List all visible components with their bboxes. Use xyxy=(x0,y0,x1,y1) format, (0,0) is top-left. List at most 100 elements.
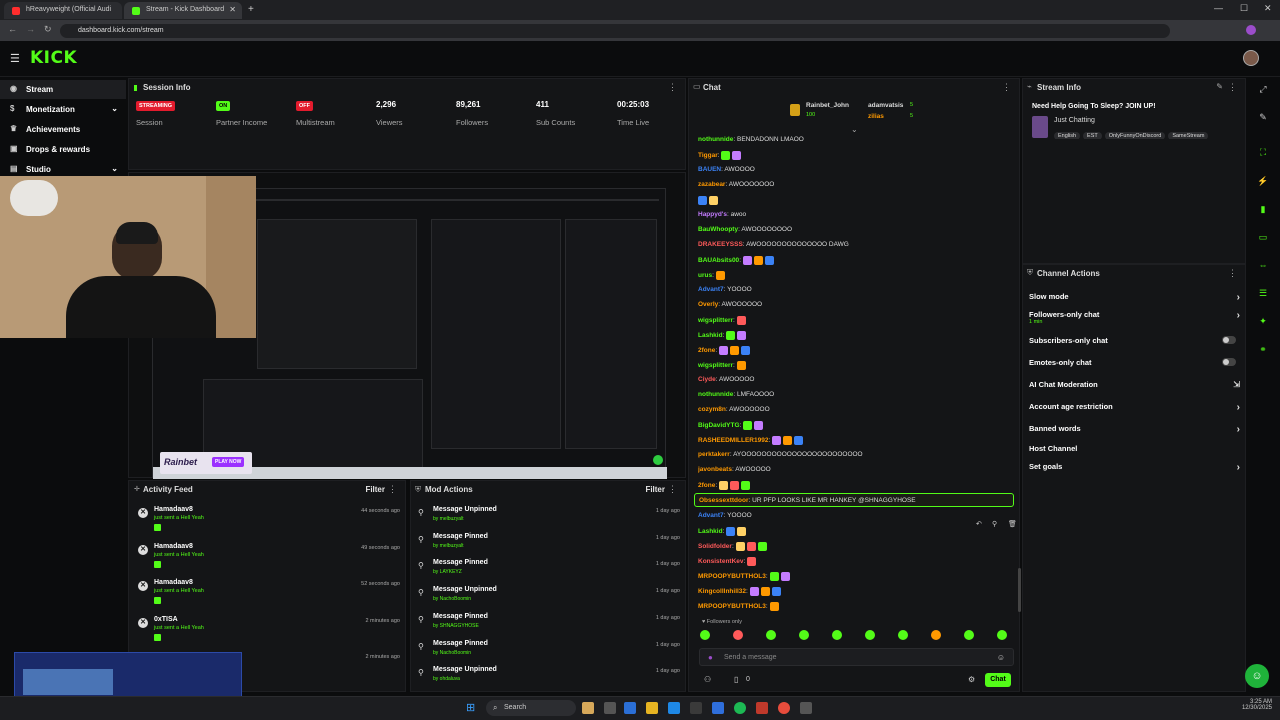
rail-card-icon[interactable]: ▮ xyxy=(1256,202,1270,216)
toggle-switch[interactable] xyxy=(1222,358,1236,366)
chat-username[interactable]: BigDavidYTG xyxy=(698,422,740,429)
channel-action-item[interactable]: Emotes-only chat xyxy=(1029,358,1244,374)
chat-username[interactable]: Solidfolder xyxy=(698,543,732,550)
activity-user[interactable]: 0xTISA xyxy=(154,616,178,623)
chat-username[interactable]: nothunnide xyxy=(698,391,733,398)
close-tab-icon[interactable]: ✕ xyxy=(229,5,236,14)
chat-username[interactable]: BauWhoopty xyxy=(698,226,738,233)
chat-message[interactable]: 2fone: xyxy=(698,346,1018,360)
chat-message[interactable]: BauWhoopty: AWOOOOOOOO xyxy=(698,226,1018,240)
chat-message[interactable]: wigsplitterr: xyxy=(698,316,1018,330)
chat-username[interactable]: KonsistentKev xyxy=(698,558,744,565)
chat-scrollbar[interactable] xyxy=(1018,568,1021,612)
profile-avatar[interactable] xyxy=(1246,25,1256,35)
chat-username[interactable]: MRPOOPYBUTTHOL3 xyxy=(698,573,766,580)
close-window-icon[interactable]: ✕ xyxy=(1264,3,1272,14)
minimize-icon[interactable]: — xyxy=(1214,3,1223,13)
close-x-icon[interactable]: ✕ xyxy=(138,508,148,518)
chat-message[interactable]: MRPOOPYBUTTHOL3: xyxy=(698,572,1018,586)
maximize-icon[interactable]: ☐ xyxy=(1240,3,1248,14)
chat-username[interactable]: RASHEEDMILLER1992 xyxy=(698,437,768,444)
more-icon[interactable]: ⋮ xyxy=(668,484,677,495)
chat-username[interactable]: Advant7 xyxy=(698,512,724,519)
chat-message[interactable]: urus: xyxy=(698,271,1018,285)
more-icon[interactable]: ⋮ xyxy=(1002,82,1011,93)
channel-action-item[interactable]: Followers-only chat 1 min › xyxy=(1029,310,1244,326)
activity-user[interactable]: Hamadaav8 xyxy=(154,543,193,550)
chat-message[interactable]: zazabear: AWOOOOOOO xyxy=(698,181,1018,195)
taskbar-app-icon[interactable] xyxy=(712,702,724,714)
hamburger-menu-icon[interactable]: ☰ xyxy=(10,52,20,65)
more-icon[interactable]: ⋮ xyxy=(388,484,397,495)
users-icon[interactable]: ⚇ xyxy=(704,675,711,684)
emote-icon[interactable] xyxy=(898,630,908,640)
chat-message[interactable]: BigDavidYTG: xyxy=(698,421,1018,435)
emote-icon[interactable] xyxy=(832,630,842,640)
chat-username[interactable]: Ciyde xyxy=(698,376,716,383)
chat-message[interactable]: Solidfolder: xyxy=(698,542,1018,556)
mod-action-by[interactable]: by NachoBoomin xyxy=(433,650,471,656)
emote-icon[interactable] xyxy=(931,630,941,640)
windows-start-icon[interactable]: ⊞ xyxy=(466,702,478,714)
rail-resize-icon[interactable]: ⇔ xyxy=(1256,258,1270,272)
channel-action-item[interactable]: Host Channel xyxy=(1029,444,1244,460)
taskbar-app-icon[interactable] xyxy=(756,702,768,714)
kick-logo[interactable]: KICK xyxy=(30,48,77,68)
browser-tab-2[interactable]: Stream - Kick Dashboard ✕ xyxy=(124,2,242,19)
stream-tag[interactable]: OnlyFunnyOnDiscord xyxy=(1104,132,1166,139)
user-avatar[interactable] xyxy=(1243,50,1259,66)
settings-gear-icon[interactable]: ⚙ xyxy=(968,675,975,684)
chat-message[interactable]: cozym8n: AWOOOOOO xyxy=(698,406,1018,420)
close-x-icon[interactable]: ✕ xyxy=(138,617,148,628)
chat-message[interactable]: wigsplitterr: xyxy=(698,361,1018,375)
more-icon[interactable]: ⋮ xyxy=(1228,82,1237,93)
timer-icon[interactable]: ▯ xyxy=(734,675,738,684)
url-input[interactable]: dashboard.kick.com/stream xyxy=(60,24,1170,38)
rail-bolt-icon[interactable]: ⚡ xyxy=(1256,174,1270,188)
filter-button[interactable]: Filter xyxy=(645,485,665,494)
chat-username[interactable]: cozym8n xyxy=(698,406,726,413)
rail-chat-icon[interactable]: ▭ xyxy=(1256,230,1270,244)
emote-icon[interactable] xyxy=(964,630,974,640)
chat-username[interactable]: perktakerr xyxy=(698,451,730,458)
chat-username[interactable]: zazabear xyxy=(698,181,725,188)
file-explorer-icon[interactable] xyxy=(646,702,658,714)
top-gifter-name[interactable]: Rainbet_John xyxy=(806,102,849,109)
rail-list-icon[interactable]: ☰ xyxy=(1256,286,1270,300)
spotify-icon[interactable] xyxy=(734,702,746,714)
rail-edit-icon[interactable]: ✎ xyxy=(1256,110,1270,124)
mod-action-by[interactable]: by melbuzyalt xyxy=(433,516,464,522)
stream-tag[interactable]: SameStream xyxy=(1168,132,1209,139)
toggle-switch[interactable] xyxy=(1222,336,1236,344)
channel-action-item[interactable]: Subscribers-only chat xyxy=(1029,336,1244,352)
mod-action-by[interactable]: by melbuzyalt xyxy=(433,543,464,549)
chat-message[interactable]: javonbeats: AWOOOOO xyxy=(698,466,1018,480)
activity-user[interactable]: Hamadaav8 xyxy=(154,579,193,586)
chat-message[interactable]: Overly: AWOOOOOO xyxy=(698,301,1018,315)
sidebar-item-drops[interactable]: ▣ Drops & rewards xyxy=(0,140,126,159)
chat-message[interactable]: KonsistentKev: xyxy=(698,557,1018,571)
emote-picker-icon[interactable]: ● xyxy=(708,653,713,662)
chat-username[interactable]: Tiggar xyxy=(698,152,718,159)
send-chat-button[interactable]: Chat xyxy=(985,673,1011,687)
sidebar-item-monetization[interactable]: $ Monetization ⌄ xyxy=(0,100,126,119)
channel-action-item[interactable]: Set goals › xyxy=(1029,462,1244,478)
channel-action-item[interactable]: Banned words › xyxy=(1029,424,1244,440)
emoji-icon[interactable]: ☺ xyxy=(997,653,1005,662)
chat-username[interactable]: Happyd's xyxy=(698,211,727,218)
mod-action-by[interactable]: by SHNAGGYHOSE xyxy=(433,623,479,629)
expand-chevron-icon[interactable]: ⌄ xyxy=(851,125,858,134)
chat-message[interactable]: Lashkid: xyxy=(698,527,1018,541)
pin-icon[interactable]: ⚲ xyxy=(992,520,997,528)
chat-username[interactable]: Obsessexttdoor xyxy=(699,497,749,504)
chat-username[interactable]: wigsplitterr xyxy=(698,362,733,369)
rail-wrench-icon[interactable]: ✦ xyxy=(1256,314,1270,328)
chat-message[interactable]: Ciyde: AWOOOOO xyxy=(698,376,1018,390)
chat-input[interactable]: ● Send a message ☺ xyxy=(699,648,1014,666)
mod-action-by[interactable]: by ohdaluva xyxy=(433,676,460,682)
taskbar-app-icon[interactable] xyxy=(800,702,812,714)
external-link-icon[interactable]: ⇲ xyxy=(1233,380,1240,389)
taskbar-app-icon[interactable] xyxy=(668,702,680,714)
chat-username[interactable]: Lashkid xyxy=(698,332,723,339)
top-gifter-name[interactable]: zilias xyxy=(868,113,884,120)
